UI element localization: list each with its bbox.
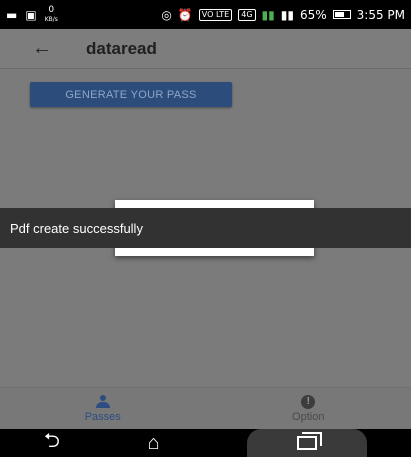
alarm-icon: ⏰ [177, 7, 193, 22]
network-speed: 0 KB/s [44, 4, 58, 24]
battery-icon [332, 10, 351, 19]
bottom-navigation: Passes ! Option [0, 387, 411, 429]
network-4g-badge: 4G [238, 8, 256, 21]
app-toolbar: ← dataread [0, 29, 411, 69]
arrow-left-icon[interactable]: ← [32, 37, 72, 60]
home-icon[interactable]: ⌂ [147, 432, 159, 455]
network-speed-unit: KB/s [44, 15, 58, 23]
signal-2-icon: ▮▮ [280, 7, 294, 22]
alert-circle-icon: ! [301, 394, 316, 409]
nav-item-option[interactable]: ! Option [206, 388, 411, 429]
recents-button[interactable] [247, 429, 368, 457]
signal-icon: ▮▮ [261, 7, 275, 22]
recents-icon [297, 432, 323, 450]
toast-message: Pdf create successfully [0, 208, 411, 248]
nfc-icon: ◎ [161, 7, 172, 22]
volte-badge: VO LTE [198, 8, 233, 21]
back-icon[interactable]: ⮌ [44, 426, 60, 457]
status-icons-right: ◎ ⏰ VO LTE 4G ▮▮ ▮▮ 65% 3:55 PM [161, 8, 405, 22]
status-bar: ▬ ▣ 0 KB/s ◎ ⏰ VO LTE 4G ▮▮ ▮▮ 65% 3:55 … [0, 0, 411, 29]
system-navigation-bar: ⮌ ⌂ [0, 429, 411, 457]
generate-pass-button[interactable]: GENERATE YOUR PASS [30, 82, 232, 107]
person-icon [95, 394, 111, 409]
nav-item-label: Passes [84, 410, 121, 423]
battery-fill [334, 12, 344, 17]
screen-icon: ▣ [25, 7, 37, 22]
nav-item-label: Option [292, 410, 325, 423]
clock: 3:55 PM [356, 7, 405, 22]
status-icons-left: ▬ ▣ 0 KB/s [6, 4, 58, 24]
page-title: dataread [86, 38, 157, 58]
nav-item-passes[interactable]: Passes [0, 388, 206, 429]
app-screen: ← dataread GENERATE YOUR PASS Pdf create… [0, 29, 411, 429]
message-icon: ▬ [6, 7, 18, 22]
battery-percent: 65% [299, 7, 327, 22]
network-speed-value: 0 [48, 4, 55, 15]
